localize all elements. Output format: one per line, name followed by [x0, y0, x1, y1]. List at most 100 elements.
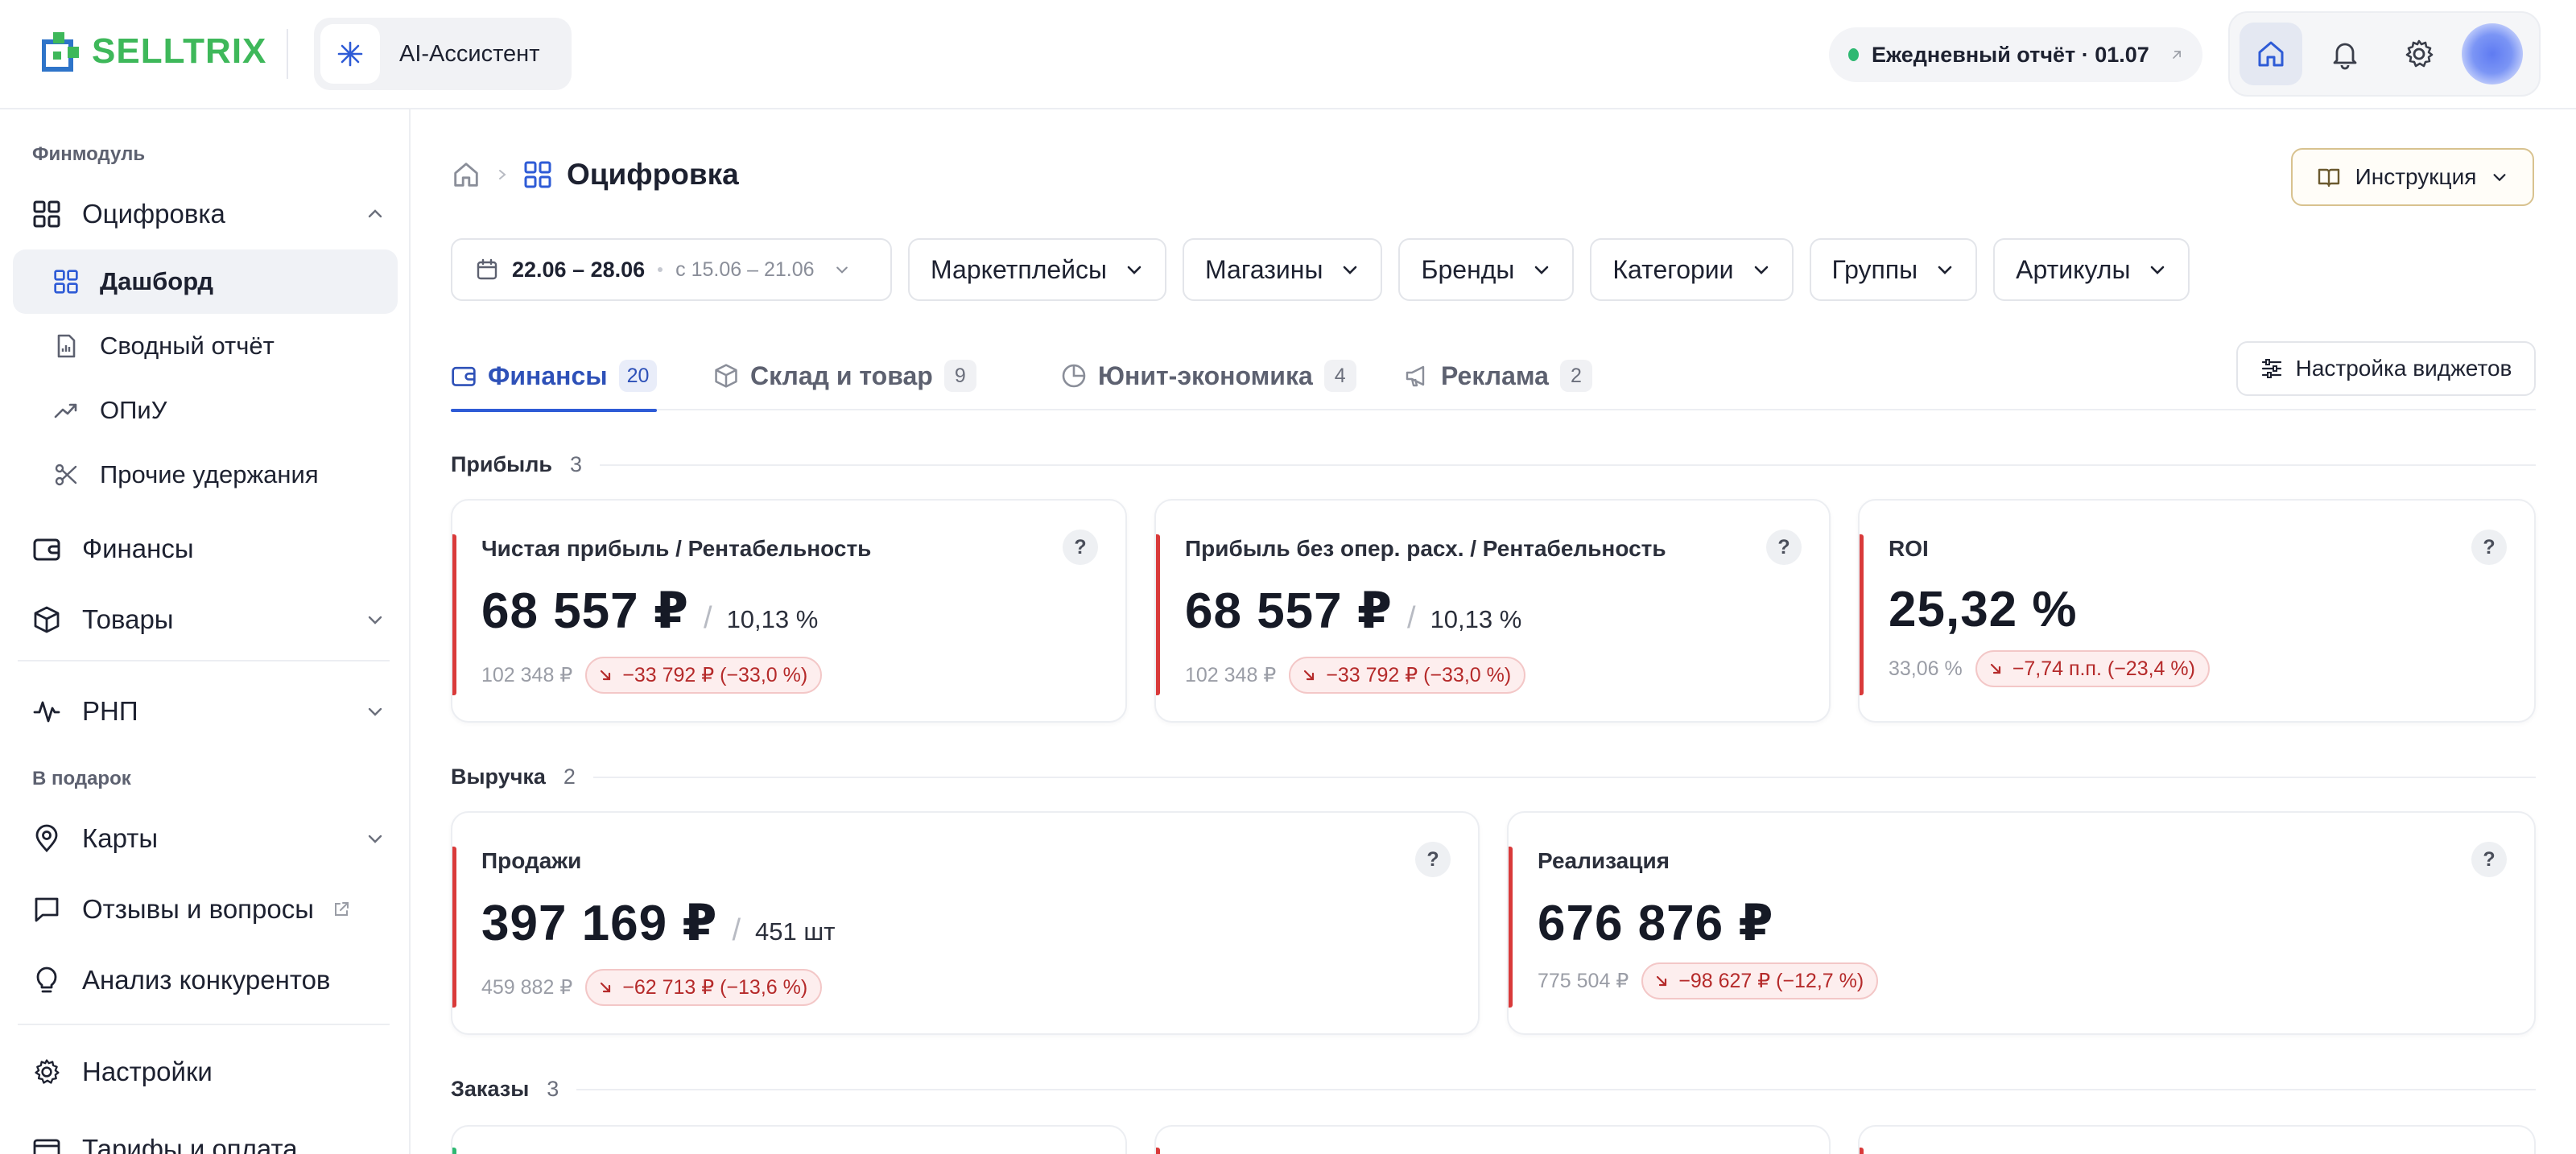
card-value: 68 557 ₽ — [481, 583, 689, 639]
filter-brands[interactable]: Бренды — [1398, 238, 1575, 301]
sidebar-item-label: Тарифы и оплата — [82, 1134, 298, 1154]
card-previous-value: 33,06 % — [1889, 657, 1963, 680]
metric-card-orders-1[interactable] — [451, 1125, 1127, 1154]
filter-categories[interactable]: Категории — [1590, 238, 1794, 301]
help-icon[interactable]: ? — [1766, 530, 1802, 565]
filter-articles[interactable]: Артикулы — [1993, 238, 2190, 301]
book-icon — [2318, 168, 2339, 188]
filter-stores[interactable]: Магазины — [1183, 238, 1383, 301]
help-icon[interactable]: ? — [2471, 530, 2507, 565]
chevron-down-icon — [1535, 266, 1549, 274]
chevron-down-icon — [368, 616, 382, 624]
sidebar-item-label: Сводный отчёт — [100, 332, 275, 360]
filter-label: Категории — [1612, 254, 1734, 284]
sidebar-item-finance[interactable]: Финансы — [18, 517, 396, 581]
bulb-icon — [36, 966, 57, 993]
sidebar-item-label: Прочие удержания — [100, 460, 319, 488]
card-value-row: 68 557 ₽ / 10,13 % — [481, 581, 818, 640]
card-value-row: 676 876 ₽ — [1538, 893, 1773, 952]
grid-icon — [524, 161, 551, 188]
calendar-icon — [477, 258, 497, 280]
sidebar-item-label: Оцифровка — [82, 199, 225, 229]
filters-bar: 22.06 – 28.06 с 15.06 – 21.06 Маркетплей… — [451, 238, 2190, 301]
instruction-button[interactable]: Инструкция — [2291, 148, 2534, 206]
metric-card-sales[interactable]: Продажи ? 397 169 ₽ / 451 шт 459 882 ₽ −… — [451, 811, 1480, 1035]
logo[interactable]: SELLTRIX — [42, 31, 266, 72]
chevron-down-icon — [368, 835, 382, 843]
trend-indicator-bar — [1509, 847, 1513, 1008]
tab-count-badge: 4 — [1323, 360, 1356, 392]
tab-label: Юнит-экономика — [1098, 361, 1313, 390]
arrow-up-right-icon — [2173, 51, 2181, 59]
metric-card-roi[interactable]: ROI ? 25,32 % 33,06 % −7,74 п.п. (−23,4 … — [1858, 499, 2536, 723]
ai-assistant-label: AI-Ассистент — [399, 40, 540, 67]
breadcrumb: Оцифровка — [451, 158, 739, 192]
group-title: Выручка — [451, 765, 546, 789]
tab-warehouse[interactable]: Склад и товар 9 — [713, 341, 976, 410]
filter-label: Магазины — [1205, 254, 1323, 284]
sliders-icon — [2261, 359, 2281, 378]
group-count: 3 — [569, 452, 583, 476]
sidebar-item-rnp[interactable]: РНП — [18, 679, 396, 744]
filter-label: Группы — [1831, 254, 1918, 284]
sidebar-item-billing[interactable]: Тарифы и оплата — [18, 1117, 396, 1154]
chat-icon — [35, 897, 59, 922]
metric-card-net-profit[interactable]: Чистая прибыль / Рентабельность ? 68 557… — [451, 499, 1127, 723]
box-icon — [34, 606, 60, 633]
daily-report-button[interactable]: Ежедневный отчёт · 01.07 — [1829, 27, 2202, 82]
notifications-button[interactable] — [2314, 23, 2376, 85]
settings-button[interactable] — [2388, 23, 2450, 85]
card-previous-value: 775 504 ₽ — [1538, 970, 1629, 992]
sidebar-item-products[interactable]: Товары — [18, 587, 396, 652]
trend-icon — [54, 403, 77, 418]
status-dot — [1848, 48, 1859, 61]
group-header-revenue: Выручка 2 — [451, 765, 2536, 789]
help-icon[interactable]: ? — [1415, 842, 1451, 877]
arrow-down-right-icon — [1990, 663, 2000, 674]
sidebar: Финмодуль Оцифровка Дашборд Сводный отчё… — [0, 109, 411, 1154]
metric-card-orders-3[interactable] — [1858, 1125, 2536, 1154]
arrow-down-right-icon — [601, 982, 611, 993]
pie-icon — [1062, 364, 1086, 388]
date-range-picker[interactable]: 22.06 – 28.06 с 15.06 – 21.06 — [451, 238, 892, 301]
card-value: 25,32 % — [1889, 582, 2078, 637]
sidebar-item-competitors[interactable]: Анализ конкурентов — [18, 948, 396, 1012]
chevron-down-icon — [1127, 266, 1141, 274]
sidebar-item-label: Настройки — [82, 1057, 213, 1086]
widgets-settings-button[interactable]: Настройка виджетов — [2236, 341, 2536, 396]
sidebar-item-reviews[interactable]: Отзывы и вопросы — [18, 877, 396, 942]
delta-badge: −7,74 п.п. (−23,4 %) — [1975, 650, 2210, 687]
ai-assistant-button[interactable]: AI-Ассистент — [314, 18, 572, 90]
chevron-down-icon — [1754, 266, 1768, 274]
group-header-orders: Заказы 3 — [451, 1077, 2536, 1102]
divider — [18, 660, 390, 661]
sidebar-item-settings[interactable]: Настройки — [18, 1040, 396, 1104]
sidebar-item-label: Карты — [82, 823, 159, 853]
help-icon[interactable]: ? — [2471, 842, 2507, 877]
card-footer: 102 348 ₽ −33 792 ₽ (−33,0 %) — [481, 657, 823, 694]
delta-badge: −62 713 ₽ (−13,6 %) — [585, 969, 823, 1006]
sidebar-item-opiu[interactable]: ОПиУ — [13, 378, 398, 443]
sidebar-item-other-deductions[interactable]: Прочие удержания — [13, 443, 398, 507]
tab-unit-economics[interactable]: Юнит-экономика 4 — [1061, 341, 1356, 410]
filter-groups[interactable]: Группы — [1809, 238, 1978, 301]
tab-ads[interactable]: Реклама 2 — [1404, 341, 1592, 410]
sidebar-item-ocifrovka[interactable]: Оцифровка — [18, 182, 396, 246]
tab-finance[interactable]: Финансы 20 — [451, 341, 658, 412]
metric-card-orders-2[interactable] — [1154, 1125, 1831, 1154]
card-previous-value: 459 882 ₽ — [481, 976, 573, 999]
metric-card-profit-no-opex[interactable]: Прибыль без опер. расх. / Рентабельность… — [1154, 499, 1831, 723]
help-icon[interactable]: ? — [1063, 530, 1098, 565]
home-icon[interactable] — [451, 159, 481, 190]
metric-card-realization[interactable]: Реализация ? 676 876 ₽ 775 504 ₽ −98 627… — [1507, 811, 2536, 1035]
sidebar-item-summary-report[interactable]: Сводный отчёт — [13, 314, 398, 378]
grid-icon — [54, 270, 78, 294]
avatar[interactable] — [2462, 23, 2523, 84]
home-button[interactable] — [2240, 23, 2302, 85]
divider — [576, 1088, 2536, 1090]
sidebar-item-dashboard[interactable]: Дашборд — [13, 249, 398, 314]
card-secondary-value: 10,13 % — [1430, 605, 1522, 633]
chevron-right-icon — [499, 170, 506, 179]
sidebar-item-maps[interactable]: Карты — [18, 806, 396, 871]
filter-marketplaces[interactable]: Маркетплейсы — [908, 238, 1167, 301]
